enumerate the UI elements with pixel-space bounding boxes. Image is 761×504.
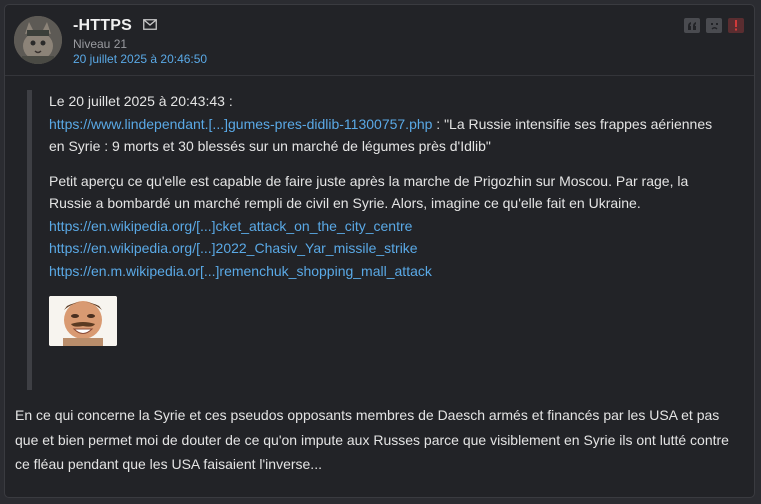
blockquote: Le 20 juillet 2025 à 20:43:43 : https://… — [27, 90, 727, 390]
sticker-image[interactable] — [49, 296, 117, 346]
quote-header: Le 20 juillet 2025 à 20:43:43 : — [49, 93, 233, 109]
post-actions — [684, 18, 744, 33]
avatar[interactable] — [14, 16, 62, 64]
post-header: -HTTPS Niveau 21 20 juillet 2025 à 20:46… — [5, 5, 754, 76]
post-date-link[interactable]: 20 juillet 2025 à 20:46:50 — [73, 52, 207, 66]
forum-post: -HTTPS Niveau 21 20 juillet 2025 à 20:46… — [4, 4, 755, 498]
quote-link-3[interactable]: https://en.wikipedia.org/[...]2022_Chasi… — [49, 240, 418, 256]
user-level: Niveau 21 — [73, 37, 128, 51]
quote-paragraph-1: Le 20 juillet 2025 à 20:43:43 : https://… — [49, 90, 727, 158]
quote-paragraph-2: Petit aperçu ce qu'elle est capable de f… — [49, 170, 727, 215]
quote-icon[interactable] — [684, 18, 700, 33]
quote-link-2[interactable]: https://en.wikipedia.org/[...]cket_attac… — [49, 218, 412, 234]
mail-icon[interactable] — [143, 19, 157, 30]
post-body-text: En ce qui concerne la Syrie et ces pseud… — [15, 407, 729, 472]
sad-face-icon[interactable] — [706, 18, 722, 33]
quote-link-1[interactable]: https://www.lindependant.[...]gumes-pres… — [49, 116, 432, 132]
quote-link-4[interactable]: https://en.m.wikipedia.or[...]remenchuk_… — [49, 263, 432, 279]
username[interactable]: -HTTPS — [73, 17, 132, 35]
quote-body-text: Petit aperçu ce qu'elle est capable de f… — [49, 172, 689, 212]
quote-link-list: https://en.wikipedia.org/[...]cket_attac… — [49, 215, 727, 283]
alert-icon[interactable] — [728, 18, 744, 33]
